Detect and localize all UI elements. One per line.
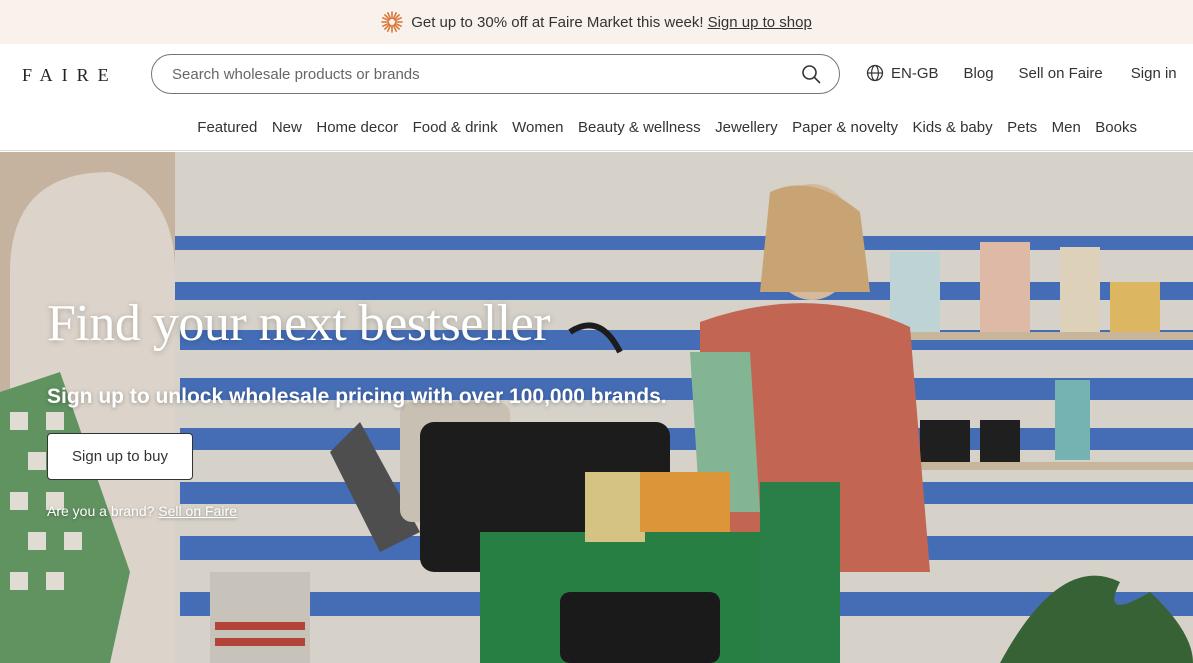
- site-header: FAIRE EN-GB Blog Sell on Faire Sign in: [0, 44, 1193, 104]
- brand-prompt-text: Are you a brand?: [47, 503, 155, 519]
- blog-link[interactable]: Blog: [964, 65, 994, 82]
- promo-banner: Get up to 30% off at Faire Market this w…: [0, 0, 1193, 44]
- faire-logo[interactable]: FAIRE: [22, 65, 118, 86]
- search-bar[interactable]: [151, 54, 840, 94]
- header-actions: EN-GB Blog Sell on Faire Sign in: [866, 64, 1177, 82]
- language-selector[interactable]: EN-GB: [866, 64, 939, 82]
- sign-in-link[interactable]: Sign in: [1131, 65, 1177, 82]
- language-label: EN-GB: [891, 64, 939, 82]
- hero-title: Find your next bestseller: [47, 295, 551, 352]
- promo-text: Get up to 30% off at Faire Market this w…: [411, 13, 704, 31]
- globe-icon: [866, 64, 884, 82]
- sell-on-faire-link[interactable]: Sell on Faire: [1019, 65, 1103, 82]
- category-featured[interactable]: Featured: [197, 119, 257, 136]
- category-nav: Featured New Home decor Food & drink Wom…: [0, 104, 1193, 151]
- category-new[interactable]: New: [272, 119, 302, 136]
- category-food-drink[interactable]: Food & drink: [413, 119, 498, 136]
- category-home-decor[interactable]: Home decor: [316, 119, 398, 136]
- sign-up-to-buy-button[interactable]: Sign up to buy: [47, 433, 193, 480]
- category-men[interactable]: Men: [1052, 119, 1081, 136]
- search-icon[interactable]: [801, 64, 821, 84]
- category-kids-baby[interactable]: Kids & baby: [913, 119, 993, 136]
- category-books[interactable]: Books: [1095, 119, 1137, 136]
- search-input[interactable]: [172, 65, 801, 83]
- category-pets[interactable]: Pets: [1007, 119, 1037, 136]
- hero-subtitle: Sign up to unlock wholesale pricing with…: [47, 385, 667, 408]
- category-beauty-wellness[interactable]: Beauty & wellness: [578, 119, 701, 136]
- category-women[interactable]: Women: [512, 119, 563, 136]
- promo-signup-link[interactable]: Sign up to shop: [708, 14, 812, 31]
- hero-section: Find your next bestseller Sign up to unl…: [0, 152, 1193, 663]
- category-jewellery[interactable]: Jewellery: [715, 119, 778, 136]
- sunburst-icon: [381, 11, 403, 33]
- sell-on-faire-hero-link[interactable]: Sell on Faire: [158, 503, 237, 519]
- brand-prompt: Are you a brand? Sell on Faire: [47, 503, 237, 519]
- category-paper-novelty[interactable]: Paper & novelty: [792, 119, 898, 136]
